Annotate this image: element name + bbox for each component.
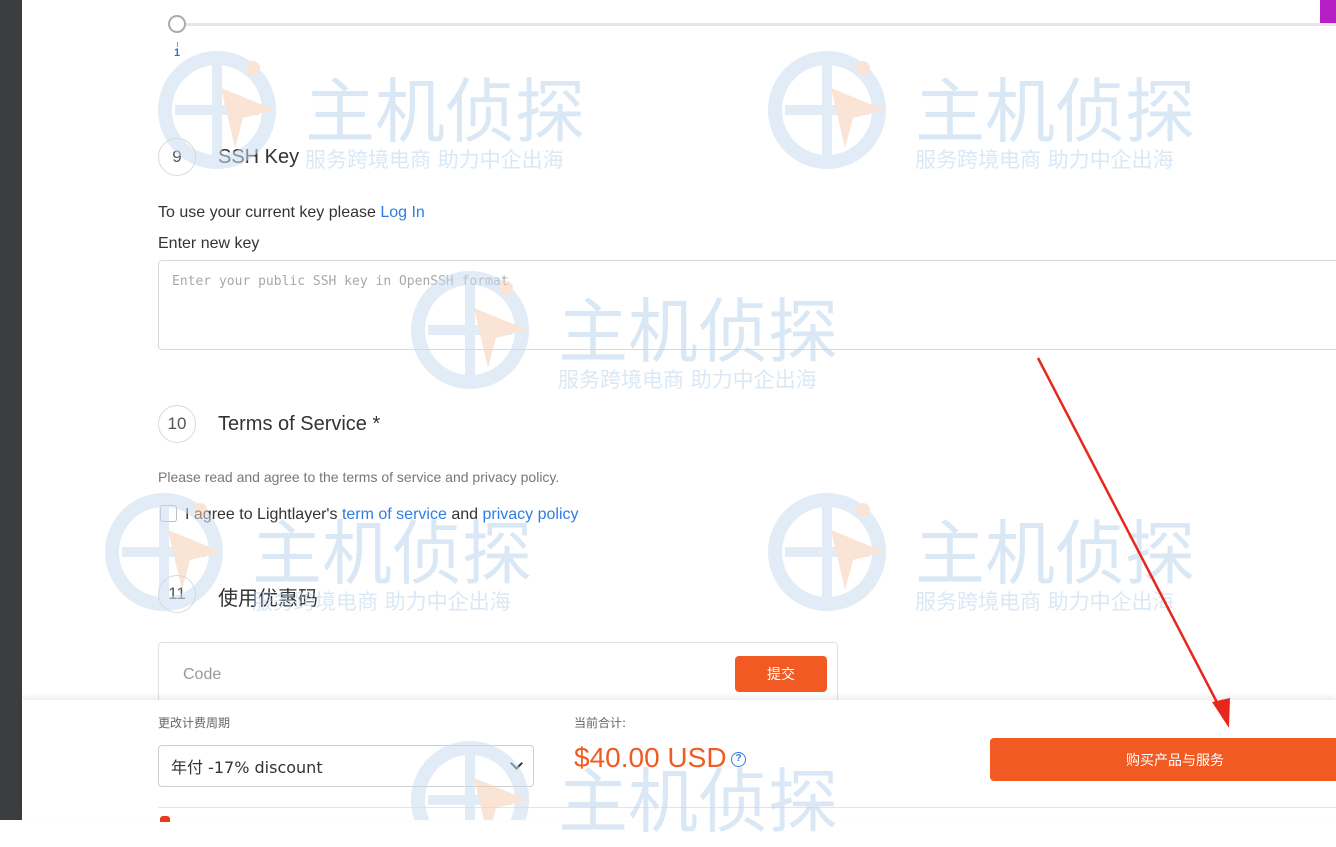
terms-description: Please read and agree to the terms of se… [158, 469, 560, 485]
watermark: 主机侦探 服务跨境电商 助力中企出海 [765, 490, 1195, 620]
globe-logo-icon [768, 51, 886, 169]
billing-period-select[interactable]: 年付 -17% discount [158, 745, 534, 787]
total-price: $40.00 USD [574, 742, 727, 773]
watermark-slogan: 服务跨境电商 助力中企出海 [558, 368, 817, 392]
coupon-code-input[interactable] [181, 659, 725, 691]
coupon-title: 使用优惠码 [218, 586, 318, 610]
slider-value: 1 [174, 47, 181, 59]
step-number-9: 9 [158, 138, 196, 176]
help-icon[interactable]: ? [731, 752, 746, 767]
agree-prefix: I agree to Lightlayer's [185, 506, 338, 523]
terms-of-service-link[interactable]: term of service [342, 506, 447, 523]
watermark: 主机侦探 服务跨境电商 助力中企出海 [765, 48, 1195, 178]
watermark-slogan: 服务跨境电商 助力中企出海 [915, 148, 1174, 172]
buy-button[interactable]: 购买产品与服务 [990, 738, 1336, 781]
checkout-bar: 更改计费周期 年付 -17% discount 当前合计: $40.00 USD… [22, 700, 1336, 822]
checkout-divider [158, 807, 1336, 808]
warning-marker-icon [160, 816, 170, 822]
step-number-11: 11 [158, 575, 196, 613]
billing-period-value: 年付 -17% discount [171, 758, 323, 777]
total-label: 当前合计: [574, 716, 627, 730]
watermark-brand: 主机侦探 [915, 71, 1195, 153]
login-prompt: To use your current key please Log In [158, 204, 425, 222]
login-prompt-text: To use your current key please [158, 204, 376, 221]
coupon-submit-button[interactable]: 提交 [735, 656, 827, 692]
chevron-down-icon [510, 757, 523, 770]
new-key-label: Enter new key [158, 235, 260, 252]
ssh-key-title: SSH Key [218, 146, 300, 168]
agree-label: I agree to Lightlayer's term of service … [185, 506, 579, 524]
slider-handle[interactable] [168, 15, 186, 33]
login-link[interactable]: Log In [380, 204, 424, 221]
coupon-box: 提交 [158, 642, 838, 704]
watermark-slogan: 服务跨境电商 助力中企出海 [915, 590, 1174, 614]
watermark-brand: 主机侦探 [915, 513, 1195, 595]
globe-logo-icon [768, 493, 886, 611]
watermark-slogan: 服务跨境电商 助力中企出海 [305, 148, 564, 172]
agree-checkbox[interactable] [160, 505, 177, 522]
terms-title: Terms of Service * [218, 413, 381, 435]
slider-track[interactable] [178, 23, 1336, 26]
window-left-edge [0, 0, 22, 820]
ssh-key-input[interactable] [158, 260, 1336, 350]
step-number-10: 10 [158, 405, 196, 443]
watermark-brand: 主机侦探 [305, 71, 585, 153]
agree-and: and [451, 506, 479, 523]
privacy-policy-link[interactable]: privacy policy [482, 506, 578, 523]
billing-period-label: 更改计费周期 [158, 716, 231, 730]
